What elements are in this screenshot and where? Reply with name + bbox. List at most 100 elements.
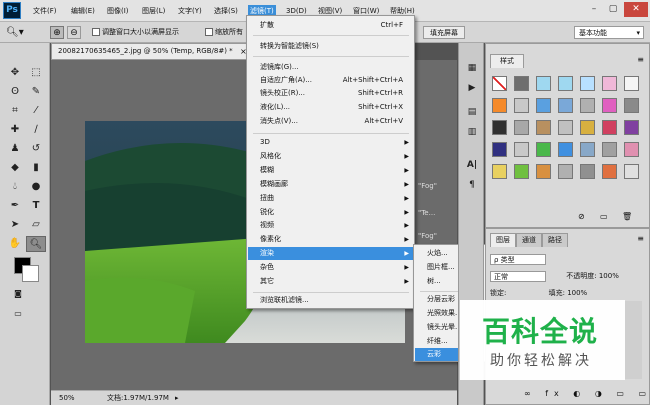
dodge-tool-icon[interactable]: ● xyxy=(26,179,46,195)
history-panel-icon[interactable]: ▦ xyxy=(464,61,480,75)
screen-mode-icon[interactable]: ▭ xyxy=(8,306,28,322)
menu-image[interactable]: 图像(I) xyxy=(105,5,131,18)
menu-item-render[interactable]: 渲染 ▶ xyxy=(248,247,413,260)
info-panel-icon[interactable]: ▤ xyxy=(464,105,480,119)
menu-item-convert-smart-filter[interactable]: 转换为智能滤镜(S) xyxy=(248,40,413,53)
delete-style-icon[interactable]: 🗑︎ xyxy=(622,212,632,221)
resize-windows-option[interactable]: 调整窗口大小以满屏显示 xyxy=(92,26,179,39)
path-select-tool-icon[interactable]: ➤ xyxy=(5,217,25,233)
resize-windows-checkbox[interactable] xyxy=(92,28,100,36)
menu-select[interactable]: 选择(S) xyxy=(212,5,240,18)
style-swatch[interactable] xyxy=(624,76,639,91)
menu-item-pixelate[interactable]: 像素化 ▶ xyxy=(248,233,413,246)
clone-stamp-tool-icon[interactable]: ♟ xyxy=(5,141,25,157)
style-swatch[interactable] xyxy=(492,76,507,91)
style-swatch[interactable] xyxy=(580,120,595,135)
zoom-level[interactable]: 50% xyxy=(59,391,75,405)
hand-tool-icon[interactable]: ✋ xyxy=(5,236,25,252)
menu-item-sharpen[interactable]: 锐化 ▶ xyxy=(248,206,413,219)
style-swatch[interactable] xyxy=(492,98,507,113)
blur-tool-icon[interactable]: 💧︎ xyxy=(5,179,25,195)
menu-item-other[interactable]: 其它 ▶ xyxy=(248,275,413,288)
style-swatch[interactable] xyxy=(492,164,507,179)
menu-item-vanishing-point[interactable]: 消失点(V)... Alt+Ctrl+V xyxy=(248,115,413,128)
menu-file[interactable]: 文件(F) xyxy=(31,5,59,18)
style-swatch[interactable] xyxy=(514,120,529,135)
menu-item-stylize[interactable]: 风格化 ▶ xyxy=(248,150,413,163)
tab-paths[interactable]: 路径 xyxy=(542,233,568,247)
style-swatch[interactable] xyxy=(492,142,507,157)
chevron-right-icon[interactable]: ▸ xyxy=(175,391,179,405)
menu-item-browse-online-filters[interactable]: 浏览联机滤镜... xyxy=(248,294,413,307)
menu-item-filter-gallery[interactable]: 滤镜库(G)... xyxy=(248,61,413,74)
style-swatch[interactable] xyxy=(580,164,595,179)
menu-item-blur-gallery[interactable]: 模糊画廊 ▶ xyxy=(248,178,413,191)
menu-item-noise[interactable]: 杂色 ▶ xyxy=(248,261,413,274)
style-swatch[interactable] xyxy=(624,142,639,157)
zoom-tool-selected-icon[interactable]: 🔍︎ xyxy=(26,236,46,252)
quick-mask-icon[interactable]: ◙ xyxy=(8,286,28,302)
style-swatch[interactable] xyxy=(558,142,573,157)
history-brush-tool-icon[interactable]: ↺ xyxy=(26,141,46,157)
opacity-value[interactable]: 100% xyxy=(599,272,619,280)
style-swatch[interactable] xyxy=(624,164,639,179)
crop-tool-icon[interactable]: ⌗ xyxy=(5,103,25,119)
fill-value[interactable]: 100% xyxy=(567,289,587,297)
style-swatch[interactable] xyxy=(602,142,617,157)
background-color-swatch[interactable] xyxy=(22,265,39,282)
close-window-button[interactable]: ✕ xyxy=(624,2,648,17)
style-swatch[interactable] xyxy=(558,76,573,91)
menu-item-liquify[interactable]: 液化(L)... Shift+Ctrl+X xyxy=(248,101,413,114)
zoom-out-icon[interactable]: ⊖ xyxy=(67,26,81,39)
style-swatch[interactable] xyxy=(580,76,595,91)
character-panel-icon[interactable]: A| xyxy=(464,158,480,172)
eyedropper-tool-icon[interactable]: ⁄ xyxy=(26,103,46,119)
marquee-tool-icon[interactable]: ⬚ xyxy=(26,65,46,81)
menu-item-adaptive-wide-angle[interactable]: 自适应广角(A)... Alt+Shift+Ctrl+A xyxy=(248,74,413,87)
menu-type[interactable]: 文字(Y) xyxy=(176,5,204,18)
layer-kind-filter[interactable]: ρ 类型 xyxy=(490,253,546,265)
style-swatch[interactable] xyxy=(602,98,617,113)
blend-mode-select[interactable]: 正常 xyxy=(490,270,546,282)
menu-item-diffuse[interactable]: 扩散 Ctrl+F xyxy=(248,19,413,32)
zoom-tool-icon[interactable]: 🔍︎▾ xyxy=(6,26,24,39)
minimize-button[interactable]: – xyxy=(585,2,603,17)
menu-item-video[interactable]: 视频 ▶ xyxy=(248,219,413,232)
tab-styles[interactable]: 样式 xyxy=(490,54,524,68)
type-tool-icon[interactable]: T xyxy=(26,198,46,214)
menu-layer[interactable]: 图层(L) xyxy=(140,5,167,18)
actions-panel-icon[interactable]: ▶ xyxy=(464,81,480,95)
style-swatch[interactable] xyxy=(514,98,529,113)
style-swatch[interactable] xyxy=(492,120,507,135)
gradient-tool-icon[interactable]: ▮ xyxy=(26,160,46,176)
style-swatch[interactable] xyxy=(558,164,573,179)
zoom-all-checkbox[interactable] xyxy=(205,28,213,36)
menu-item-blur[interactable]: 模糊 ▶ xyxy=(248,164,413,177)
menu-item-distort[interactable]: 扭曲 ▶ xyxy=(248,192,413,205)
quick-select-tool-icon[interactable]: ✎ xyxy=(26,84,46,100)
healing-brush-tool-icon[interactable]: ✚ xyxy=(5,122,25,138)
panel-menu-icon[interactable]: ≡ xyxy=(637,55,644,64)
workspace-select[interactable]: 基本功能 ▾ xyxy=(574,26,644,39)
style-swatch[interactable] xyxy=(536,76,551,91)
style-swatch[interactable] xyxy=(536,142,551,157)
style-swatch[interactable] xyxy=(580,98,595,113)
menu-edit[interactable]: 编辑(E) xyxy=(69,5,97,18)
zoom-all-option[interactable]: 缩放所有 xyxy=(205,26,243,39)
shape-tool-icon[interactable]: ▱ xyxy=(26,217,46,233)
maximize-button[interactable]: ▢ xyxy=(604,2,622,17)
tab-layers[interactable]: 图层 xyxy=(490,233,516,247)
style-swatch[interactable] xyxy=(558,98,573,113)
style-swatch[interactable] xyxy=(602,164,617,179)
style-swatch[interactable] xyxy=(558,120,573,135)
style-swatch[interactable] xyxy=(602,120,617,135)
brush-tool-icon[interactable]: ∕ xyxy=(26,122,46,138)
document-tab[interactable]: 20082170635465_2.jpg @ 50% (Temp, RGB/8#… xyxy=(51,43,251,60)
style-swatch[interactable] xyxy=(514,142,529,157)
style-swatch[interactable] xyxy=(624,120,639,135)
style-swatch[interactable] xyxy=(624,98,639,113)
zoom-in-icon[interactable]: ⊕ xyxy=(50,26,64,39)
swatches-panel-icon[interactable]: ▥ xyxy=(464,125,480,139)
menu-item-lens-correction[interactable]: 镜头校正(R)... Shift+Ctrl+R xyxy=(248,87,413,100)
style-swatch[interactable] xyxy=(536,164,551,179)
